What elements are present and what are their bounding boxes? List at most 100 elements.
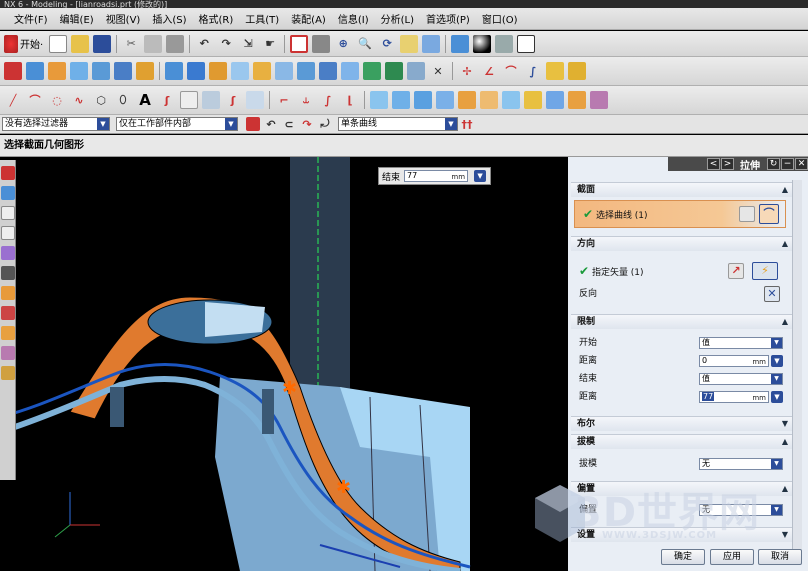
orient-view-icon[interactable] bbox=[451, 34, 470, 53]
menu-assembly[interactable]: 装配(A) bbox=[285, 11, 332, 26]
trim-body-icon[interactable] bbox=[297, 62, 315, 80]
pan-icon[interactable] bbox=[400, 34, 419, 53]
curve-handle-start[interactable]: ✱ bbox=[282, 378, 297, 399]
menu-insert[interactable]: 插入(S) bbox=[146, 11, 192, 26]
unite-icon[interactable] bbox=[341, 62, 359, 80]
extrude-icon[interactable] bbox=[26, 62, 44, 80]
collapse-icon[interactable]: < bbox=[707, 158, 720, 170]
tube-icon[interactable] bbox=[92, 62, 110, 80]
start-distance-dropdown-icon[interactable]: ▼ bbox=[771, 355, 783, 367]
zoom-icon[interactable]: ⊕ bbox=[334, 35, 352, 53]
ok-button[interactable]: 确定 bbox=[661, 549, 705, 565]
sweep-icon[interactable] bbox=[70, 62, 88, 80]
end-distance-dropdown-icon[interactable]: ▼ bbox=[771, 391, 783, 403]
stop-at-intersection-icon[interactable]: †† bbox=[460, 117, 474, 131]
specify-vector-row[interactable]: ✔ 指定矢量 (1) ↗ ⚡ bbox=[571, 262, 792, 280]
redo-icon[interactable]: ↷ bbox=[217, 35, 235, 53]
end-distance-input[interactable]: 77 mm bbox=[699, 391, 769, 403]
draft-icon[interactable] bbox=[275, 62, 293, 80]
measure-icon[interactable] bbox=[546, 62, 564, 80]
expand-icon[interactable]: > bbox=[721, 158, 734, 170]
studio-spline-icon[interactable]: ∿ bbox=[70, 91, 88, 109]
curve-length-icon[interactable]: ⌊ bbox=[341, 91, 359, 109]
work-layer-icon[interactable] bbox=[517, 34, 536, 53]
snap-point-icon[interactable] bbox=[246, 117, 260, 131]
menu-format[interactable]: 格式(R) bbox=[193, 11, 240, 26]
divide-curve-icon[interactable]: ⥿ bbox=[297, 91, 315, 109]
n-sided-surface-icon[interactable] bbox=[458, 91, 476, 109]
select-face-icon[interactable]: ⊂ bbox=[282, 117, 296, 131]
text-icon[interactable]: A bbox=[136, 91, 154, 109]
render-style-icon[interactable] bbox=[473, 34, 492, 53]
end-option-combo[interactable]: 值 ▼ bbox=[699, 373, 783, 385]
block-icon[interactable] bbox=[165, 62, 183, 80]
close-icon[interactable]: ✕ bbox=[795, 158, 808, 170]
polygon-icon[interactable]: ⬡ bbox=[92, 91, 110, 109]
subtract-icon[interactable] bbox=[363, 62, 381, 80]
vector-dialog-icon[interactable]: ↗ bbox=[728, 263, 744, 279]
menu-edit[interactable]: 编辑(E) bbox=[54, 11, 100, 26]
datum-icon[interactable] bbox=[114, 62, 132, 80]
teamcenter-icon[interactable] bbox=[1, 366, 15, 380]
arc-icon[interactable]: ⌒ bbox=[502, 62, 520, 80]
edit-curve-icon[interactable]: ∫ bbox=[319, 91, 337, 109]
menu-information[interactable]: 信息(I) bbox=[332, 11, 375, 26]
sketch-icon[interactable] bbox=[4, 62, 22, 80]
trim-curve-icon[interactable]: ⌐ bbox=[275, 91, 293, 109]
select-cursor-icon[interactable]: ⇲ bbox=[239, 35, 257, 53]
curve-handle-end[interactable]: ✱ bbox=[336, 477, 351, 498]
fit-view-icon[interactable] bbox=[290, 34, 309, 53]
menu-tools[interactable]: 工具(T) bbox=[239, 11, 285, 26]
menu-analysis[interactable]: 分析(L) bbox=[375, 11, 420, 26]
analysis-icon[interactable] bbox=[568, 62, 586, 80]
ellipse-icon[interactable]: ⬯ bbox=[114, 91, 132, 109]
minimize-icon[interactable]: − bbox=[781, 158, 794, 170]
reset-icon[interactable]: ↻ bbox=[767, 158, 780, 170]
through-mesh-icon[interactable] bbox=[392, 91, 410, 109]
new-file-icon[interactable] bbox=[49, 34, 68, 53]
process-studio-icon[interactable] bbox=[1, 326, 15, 340]
palette-icon[interactable] bbox=[1, 286, 15, 300]
roles-icon[interactable] bbox=[1, 266, 15, 280]
select-curve-row[interactable]: ✔ 选择曲线 (1) ⌒ bbox=[574, 200, 786, 228]
spline-icon[interactable]: ∫ bbox=[524, 62, 542, 80]
edge-blend-icon[interactable] bbox=[209, 62, 227, 80]
manufacturing-wizard-icon[interactable] bbox=[1, 346, 15, 360]
zoom-window-icon[interactable] bbox=[312, 34, 331, 53]
draft-group-header[interactable]: 拔模 ▲ bbox=[571, 434, 792, 449]
direction-group-header[interactable]: 方向 ▲ bbox=[571, 236, 792, 251]
bounded-plane-icon[interactable] bbox=[480, 91, 498, 109]
select-curve-icon[interactable]: ↷ bbox=[300, 117, 314, 131]
start-option-combo[interactable]: 值 ▼ bbox=[699, 337, 783, 349]
trim-sheet-icon[interactable] bbox=[524, 91, 542, 109]
web-browser-icon[interactable] bbox=[1, 246, 15, 260]
through-curves-icon[interactable] bbox=[370, 91, 388, 109]
line-tool-icon[interactable]: ╱ bbox=[4, 91, 22, 109]
perspective-icon[interactable] bbox=[422, 34, 441, 53]
split-body-icon[interactable] bbox=[319, 62, 337, 80]
revolve-icon[interactable] bbox=[48, 62, 66, 80]
cylinder-icon[interactable] bbox=[187, 62, 205, 80]
paste-icon[interactable] bbox=[166, 34, 185, 53]
arc-tool-icon[interactable]: ⌒ bbox=[26, 91, 44, 109]
boolean-group-header[interactable]: 布尔 ▼ bbox=[571, 416, 792, 431]
pattern-icon[interactable] bbox=[136, 62, 154, 80]
end-popup-dropdown-icon[interactable]: ▼ bbox=[474, 170, 487, 182]
sketch-section-icon[interactable] bbox=[739, 206, 755, 222]
start-distance-input[interactable]: 0 mm bbox=[699, 355, 769, 367]
cut-icon[interactable]: ✂ bbox=[122, 35, 140, 53]
type-filter-combo[interactable]: 没有选择过滤器 ▼ bbox=[2, 117, 110, 131]
curve-select-icon[interactable]: ⌒ bbox=[759, 204, 779, 224]
graphics-window[interactable]: ✱ ✱ bbox=[0, 157, 568, 571]
undo-icon[interactable]: ↶ bbox=[195, 35, 213, 53]
command-finder-icon[interactable]: ☛ bbox=[261, 35, 279, 53]
swept-surface-icon[interactable] bbox=[414, 91, 432, 109]
curve-rule-combo[interactable]: 单条曲线 ▼ bbox=[338, 117, 458, 131]
point-set-icon[interactable]: ◌ bbox=[48, 91, 66, 109]
scope-filter-combo[interactable]: 仅在工作部件内部 ▼ bbox=[116, 117, 238, 131]
menu-view[interactable]: 视图(V) bbox=[100, 11, 147, 26]
part-navigator-icon[interactable] bbox=[1, 186, 15, 200]
section-group-header[interactable]: 截面 ▲ bbox=[571, 182, 792, 197]
move-face-icon[interactable]: ✕ bbox=[429, 62, 447, 80]
end-popup-input[interactable]: 77 mm bbox=[404, 170, 469, 182]
